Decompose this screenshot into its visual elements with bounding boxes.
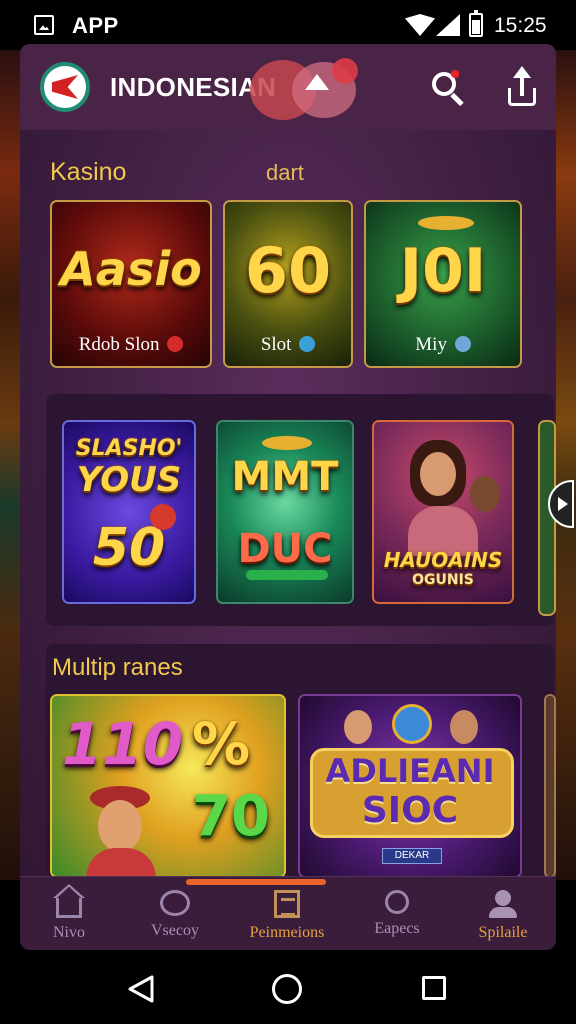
game-tile-partial[interactable]	[544, 694, 556, 878]
game-caption: Rdob Slon	[52, 334, 210, 356]
game-tile-aasio[interactable]: Aasio Rdob Slon	[50, 200, 212, 368]
search-button[interactable]	[428, 68, 468, 108]
crown-icon	[262, 436, 312, 450]
nav-item-peinmeions[interactable]: Peinmeions	[242, 890, 332, 948]
game-title-line: SLASHO'	[75, 436, 183, 461]
game-title-line: MMT	[231, 454, 339, 500]
notification-dot	[451, 70, 459, 78]
check-badge-icon	[299, 336, 316, 352]
game-title-line: DUC	[237, 526, 333, 572]
nav-label: Eapecs	[374, 920, 420, 937]
nav-label: Peinmeions	[249, 924, 325, 941]
game-title-line: 70	[192, 784, 270, 849]
profile-icon	[487, 890, 519, 918]
info-badge-icon	[454, 336, 471, 352]
image-icon	[34, 15, 54, 35]
game-caption: Miy	[366, 334, 520, 356]
status-bar: APP 15:25	[0, 0, 576, 50]
chevron-right-icon	[558, 497, 568, 511]
crown-icon	[418, 216, 474, 230]
nav-item-spilaile[interactable]: Spilaile	[458, 890, 548, 948]
game-title-line: 110	[62, 710, 184, 778]
search-person-icon	[385, 890, 409, 914]
status-app-name: APP	[72, 13, 119, 38]
share-button[interactable]	[504, 66, 540, 108]
wifi-icon	[405, 14, 435, 36]
recent-apps-icon[interactable]	[422, 976, 446, 1000]
app-logo-icon[interactable]	[40, 62, 90, 112]
signal-icon	[436, 14, 460, 36]
game-title-line: ADLIEANI	[325, 752, 495, 790]
hostess-face	[98, 800, 142, 852]
nav-label: Vsecoy	[151, 922, 199, 939]
player-face	[450, 710, 478, 744]
game-title: Aasio	[60, 242, 202, 296]
app-header: INDONESIAN	[20, 44, 556, 130]
game-tile-adlieani[interactable]: ADLIEANI SIOC DEKAR	[298, 694, 522, 878]
fruit-badge-icon	[167, 336, 184, 352]
game-title-line: 50	[92, 518, 166, 578]
home-icon	[56, 898, 82, 918]
hostess-face	[420, 452, 456, 496]
nav-label: Spilaile	[478, 924, 528, 941]
game-title-line: HAUOAINS	[383, 548, 503, 572]
game-badge: DEKAR	[382, 848, 442, 864]
player-face	[344, 710, 372, 744]
game-tile-hauoains[interactable]: HAUOAINS OGUNIS	[372, 420, 514, 604]
home-button-icon[interactable]	[272, 974, 302, 1004]
game-title: 60	[244, 234, 332, 307]
status-clock: 15:25	[494, 14, 547, 37]
game-tile-mmt[interactable]: MMT DUC	[216, 420, 354, 604]
nav-label: Nivo	[53, 924, 85, 941]
game-tile-110[interactable]: 110 % 70	[50, 694, 286, 878]
app-panel: INDONESIAN Kasino dart Aasio Rdob Slon 6…	[20, 44, 556, 950]
section-title-kasino: Kasino	[50, 158, 127, 186]
decor-blob	[332, 58, 358, 84]
nav-item-nivo[interactable]: Nivo	[24, 890, 114, 948]
game-title-line: OGUNIS	[412, 572, 474, 588]
document-icon	[274, 890, 300, 918]
system-navigation-bar	[0, 950, 576, 1024]
player-face	[470, 476, 500, 512]
active-tab-indicator	[186, 879, 326, 885]
fruit-icon	[150, 504, 176, 530]
game-tile-joi[interactable]: J0I Miy	[364, 200, 522, 368]
section-title-multiplayer: Multip ranes	[52, 654, 183, 681]
nav-item-eapecs[interactable]: Eapecs	[352, 890, 442, 948]
globe-icon	[392, 704, 432, 744]
game-title-line: SIOC	[361, 790, 459, 831]
nav-item-vsecoy[interactable]: Vsecoy	[130, 890, 220, 948]
back-icon[interactable]	[126, 974, 156, 1004]
game-title-line: %	[192, 710, 251, 778]
game-title: J0I	[399, 236, 487, 306]
phone-screen: APP 15:25 INDONESIAN Kasino dart Aasio R…	[0, 0, 576, 1024]
battery-icon	[469, 10, 483, 37]
section-title-dart: dart	[266, 160, 304, 185]
game-tile-slasho[interactable]: SLASHO' YOUS 50	[62, 420, 196, 604]
game-tile-60[interactable]: 60 Slot	[223, 200, 353, 368]
decor-ribbon	[246, 570, 328, 580]
game-caption: Slot	[225, 334, 351, 356]
chat-icon	[160, 890, 190, 916]
game-title-line: YOUS	[76, 460, 182, 500]
